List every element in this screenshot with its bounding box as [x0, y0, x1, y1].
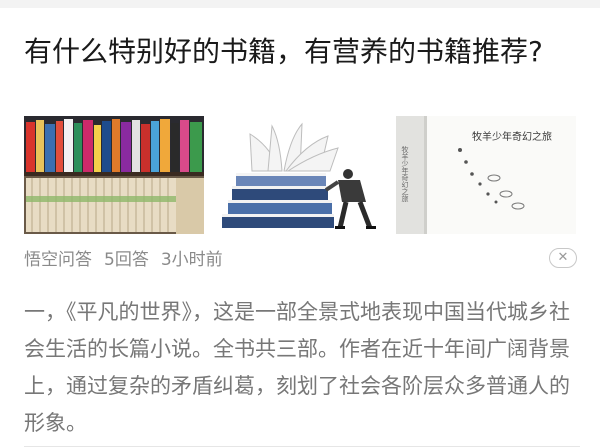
dismiss-button[interactable]: ✕ — [549, 248, 577, 268]
article-title[interactable]: 有什么特别好的书籍，有营养的书籍推荐? — [24, 32, 580, 72]
answer-count: 5回答 — [104, 250, 149, 270]
book-cover-photo-icon[interactable]: 牧羊少年奇幻之旅 牧羊少年奇幻之旅 — [396, 116, 576, 234]
top-divider-strip — [0, 0, 600, 8]
publish-time: 3小时前 — [160, 250, 223, 270]
book-stack-photo-icon[interactable] — [210, 116, 390, 234]
bookshelf-photo-icon[interactable] — [24, 116, 204, 234]
thumbnail-row: 牧羊少年奇幻之旅 牧羊少年奇幻之旅 — [24, 116, 576, 234]
meta-row: 悟空问答 5回答 3小时前 — [24, 246, 235, 274]
close-icon: ✕ — [557, 250, 569, 265]
article-excerpt[interactable]: 一，《平凡的世界》，这是一部全景式地表现中国当代城乡社会生活的长篇小说。全书共三… — [24, 294, 580, 442]
feed-card[interactable]: 有什么特别好的书籍，有营养的书籍推荐? 牧羊少年奇幻之旅 牧羊少年奇幻之旅 悟空… — [0, 8, 600, 447]
source-label[interactable]: 悟空问答 — [24, 250, 92, 270]
cover-title-text: 牧羊少年奇幻之旅 — [472, 130, 552, 143]
cover-spine-text: 牧羊少年奇幻之旅 — [401, 145, 409, 203]
